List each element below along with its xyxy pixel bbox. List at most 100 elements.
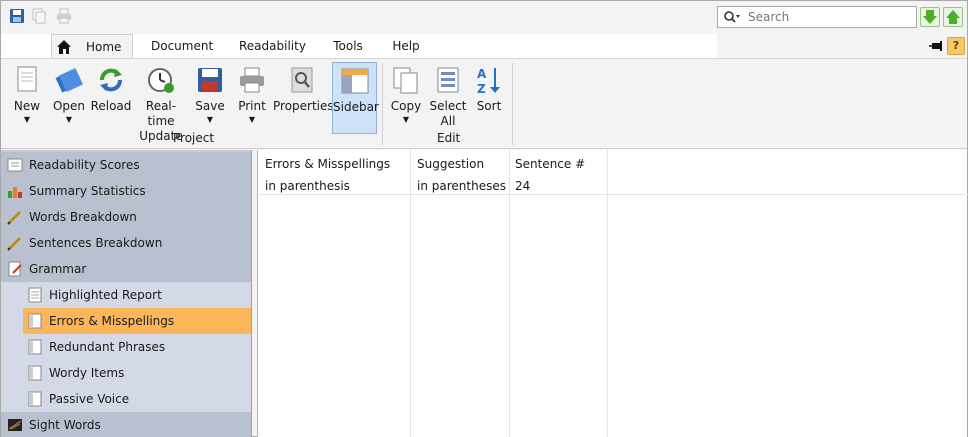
select-all-button[interactable]: Select All [428, 62, 468, 134]
sidebar-item-label: Passive Voice [49, 392, 130, 406]
ribbon-home: New ▼ Open ▼ Reload Real-time Update Sav… [1, 58, 967, 149]
sidebar-item-errors-misspellings-row: Errors & Misspellings [1, 308, 251, 334]
group-separator [382, 63, 383, 145]
sidebar-item-label: Words Breakdown [29, 210, 137, 224]
chevron-down-icon: ▼ [248, 115, 256, 124]
tab-document[interactable]: Document [151, 34, 213, 58]
list-icon [28, 313, 42, 329]
new-label: New [13, 99, 41, 113]
arrow-down-icon [923, 10, 937, 24]
copy-icon [393, 67, 418, 94]
tab-home-label: Home [86, 40, 122, 54]
clock-icon [148, 68, 174, 93]
tab-help[interactable]: Help [391, 34, 421, 58]
chevron-down-icon: ▼ [23, 115, 31, 124]
sidebar-label: Sidebar [333, 100, 379, 114]
sidebar-item-label: Redundant Phrases [49, 340, 166, 354]
open-folder-icon [55, 68, 83, 93]
sight-words-icon [8, 419, 22, 431]
grammar-icon [8, 261, 22, 277]
open-label: Open [52, 99, 86, 113]
list-icon [28, 391, 42, 407]
save-disk-icon [198, 68, 222, 92]
new-document-icon [17, 66, 37, 92]
pencil-icon [7, 211, 21, 225]
reload-icon [100, 68, 122, 92]
tab-readability[interactable]: Readability [239, 34, 306, 58]
table-cell-suggestion[interactable]: in parentheses [417, 179, 506, 193]
properties-label: Properties [273, 99, 334, 113]
pencil-icon [7, 237, 21, 251]
print-icon[interactable] [56, 8, 72, 24]
sidebar-item-readability-scores[interactable]: Readability Scores [1, 152, 251, 178]
sidebar-item-label: Highlighted Report [49, 288, 162, 302]
print-label: Print [238, 99, 266, 113]
reload-label: Reload [90, 99, 132, 113]
realtime-update-button[interactable]: Real-time Update [134, 62, 188, 143]
sidebar-item-passive-voice[interactable]: Passive Voice [1, 386, 251, 412]
sidebar-item-highlighted-report[interactable]: Highlighted Report [1, 282, 251, 308]
arrow-up-icon [946, 10, 960, 24]
select-all-icon [437, 67, 459, 93]
column-header-errors[interactable]: Errors & Misspellings [265, 157, 390, 171]
sort-az-icon: A Z [477, 67, 500, 95]
title-bar [1, 1, 967, 34]
search-next-button[interactable] [920, 7, 940, 27]
select-all-label: Select All [429, 99, 467, 128]
sidebar-item-words-breakdown[interactable]: Words Breakdown [1, 204, 251, 230]
sort-button[interactable]: A Z Sort [471, 62, 507, 134]
search-box[interactable] [717, 6, 917, 28]
home-icon [57, 40, 71, 54]
sidebar-item-errors-misspellings[interactable]: Errors & Misspellings [23, 308, 251, 334]
report-icon [28, 287, 42, 303]
row-divider [258, 194, 968, 195]
results-table: Errors & Misspellings Suggestion Sentenc… [257, 150, 968, 437]
column-header-suggestion[interactable]: Suggestion [417, 157, 484, 171]
sidebar-toggle-button[interactable]: Sidebar [332, 62, 379, 134]
chevron-down-icon: ▼ [206, 115, 214, 124]
printer-icon [240, 67, 264, 93]
sidebar-item-redundant-phrases[interactable]: Redundant Phrases [1, 334, 251, 360]
help-button[interactable]: ? [947, 37, 965, 55]
save-label: Save [195, 99, 225, 113]
sidebar-item-summary-statistics[interactable]: Summary Statistics [1, 178, 251, 204]
save-icon[interactable] [9, 8, 25, 24]
copy-label: Copy [390, 99, 422, 113]
print-button[interactable]: Print ▼ [233, 62, 271, 134]
sidebar-item-label: Sight Words [29, 418, 101, 432]
reload-button[interactable]: Reload [90, 62, 132, 134]
table-cell-error[interactable]: in parenthesis [265, 179, 350, 193]
copy-icon[interactable] [31, 8, 47, 24]
scores-icon [7, 158, 23, 172]
group-project-label: Project [173, 131, 215, 145]
pin-icon[interactable] [929, 39, 943, 53]
new-button[interactable]: New ▼ [7, 62, 47, 134]
search-previous-button[interactable] [943, 7, 963, 27]
sidebar-item-wordy-items[interactable]: Wordy Items [1, 360, 251, 386]
group-edit-label: Edit [437, 131, 461, 145]
search-input[interactable] [742, 10, 902, 24]
sidebar-item-sentences-breakdown[interactable]: Sentences Breakdown [1, 230, 251, 256]
properties-icon [291, 67, 313, 93]
column-header-sentence[interactable]: Sentence # [515, 157, 585, 171]
sidebar: Readability Scores Summary Statistics Wo… [1, 150, 252, 437]
save-button[interactable]: Save ▼ [191, 62, 229, 134]
open-button[interactable]: Open ▼ [49, 62, 89, 134]
list-icon [28, 365, 42, 381]
sidebar-item-label: Sentences Breakdown [29, 236, 163, 250]
table-cell-sentence[interactable]: 24 [515, 179, 530, 193]
sidebar-item-label: Errors & Misspellings [49, 314, 175, 328]
group-separator [512, 63, 513, 145]
copy-button[interactable]: Copy ▼ [387, 62, 425, 134]
statistics-icon [8, 187, 22, 198]
sidebar-item-label: Summary Statistics [29, 184, 146, 198]
chevron-down-icon: ▼ [65, 115, 73, 124]
properties-button[interactable]: Properties [273, 62, 334, 134]
search-icon[interactable] [718, 7, 742, 27]
sidebar-icon [341, 68, 368, 94]
sidebar-item-grammar[interactable]: Grammar [1, 256, 251, 282]
tab-home[interactable]: Home [51, 34, 133, 58]
tab-tools[interactable]: Tools [329, 34, 367, 58]
sort-label: Sort [476, 99, 502, 113]
sidebar-item-sight-words[interactable]: Sight Words [1, 412, 251, 437]
